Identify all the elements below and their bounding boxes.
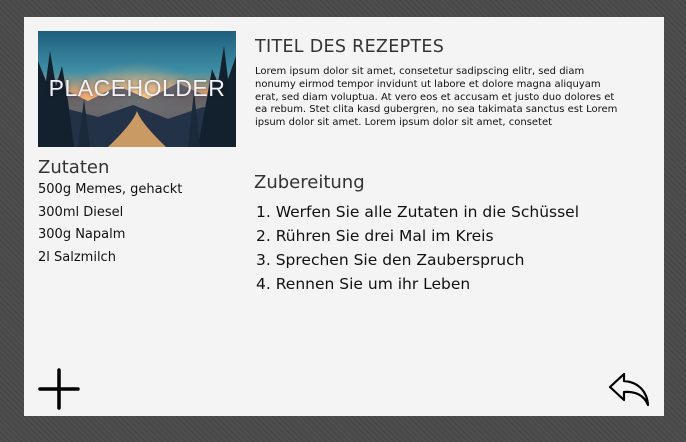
ingredients-heading: Zutaten	[38, 157, 110, 178]
recipe-title: TITEL DES REZEPTES	[255, 37, 445, 57]
recipe-description: Lorem ipsum dolor sit amet, consetetur s…	[255, 66, 618, 129]
ingredient-item: 2l Salzmilch	[38, 249, 116, 265]
preparation-step: 2. Rühren Sie drei Mal im Kreis	[256, 227, 494, 245]
recipe-card: PLACEHOLDER TITEL DES REZEPTES Lorem ips…	[24, 17, 664, 416]
ingredient-item: 500g Memes, gehackt	[38, 182, 183, 197]
add-button[interactable]	[38, 368, 80, 410]
preparation-step: 1. Werfen Sie alle Zutaten in die Schüss…	[256, 203, 580, 221]
image-placeholder-label: PLACEHOLDER	[48, 75, 226, 101]
recipe-image-placeholder: PLACEHOLDER	[38, 31, 236, 147]
preparation-heading: Zubereitung	[254, 172, 365, 193]
preparation-steps-list: 1. Werfen Sie alle Zutaten in die Schüss…	[256, 203, 579, 299]
ingredient-item: 300g Napalm	[38, 227, 126, 242]
plus-icon	[38, 368, 80, 410]
undo-arrow-icon	[608, 372, 650, 407]
ingredients-list: 500g Memes, gehackt 300ml Diesel 300g Na…	[38, 182, 182, 272]
preparation-step: 4. Rennen Sie um ihr Leben	[256, 275, 471, 293]
ingredient-item: 300ml Diesel	[38, 204, 124, 220]
back-button[interactable]	[608, 371, 652, 407]
preparation-step: 3. Sprechen Sie den Zauberspruch	[256, 251, 525, 269]
